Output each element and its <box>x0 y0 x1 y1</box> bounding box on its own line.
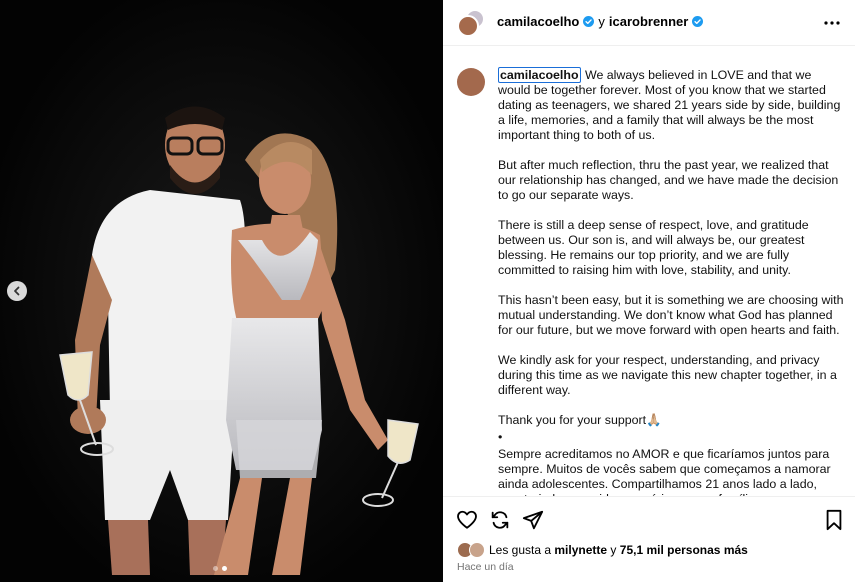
couple-photo <box>0 0 443 582</box>
verified-badge-icon <box>692 16 704 27</box>
verified-badge-icon <box>583 16 595 27</box>
post-panel: camilacoelho y icarobrenner camilacoelho… <box>443 0 855 582</box>
caption-avatar[interactable] <box>457 68 485 96</box>
caption-paragraph: But after much reflection, thru the past… <box>498 158 839 202</box>
share-icon <box>522 510 544 530</box>
carousel-dot-active <box>222 566 227 571</box>
caption-text: camilacoelho We always believed in LOVE … <box>498 67 846 496</box>
liker-avatars <box>457 542 487 558</box>
heart-icon <box>457 510 477 529</box>
repost-icon <box>491 511 509 529</box>
likes-user[interactable]: milynette <box>554 543 607 557</box>
more-options-icon <box>824 21 840 25</box>
carousel-dots <box>213 566 227 571</box>
carousel-dot <box>213 566 218 571</box>
caption-paragraph: We kindly ask for your respect, understa… <box>498 353 837 397</box>
caption-paragraph: Thank you for your support🙏🏼 <box>498 413 662 427</box>
avatar-author <box>457 15 479 37</box>
author-username[interactable]: camilacoelho <box>497 14 579 29</box>
caption-paragraph: Sempre acreditamos no AMOR e que ficaría… <box>498 447 831 496</box>
username-joiner: y <box>598 14 605 29</box>
share-button[interactable] <box>522 509 546 533</box>
post-media[interactable] <box>0 0 443 582</box>
save-button[interactable] <box>824 509 848 533</box>
header-usernames: camilacoelho y icarobrenner <box>497 14 704 29</box>
bookmark-icon <box>826 509 842 531</box>
post-header: camilacoelho y icarobrenner <box>443 0 855 46</box>
caption-area[interactable]: camilacoelho We always believed in LOVE … <box>443 46 855 496</box>
coauthor-username[interactable]: icarobrenner <box>609 14 688 29</box>
action-bar: Les gusta a milynette y 75,1 mil persona… <box>443 496 855 582</box>
post-timestamp[interactable]: Hace un día <box>457 561 514 573</box>
collab-avatars[interactable] <box>457 9 485 37</box>
carousel-prev-button[interactable] <box>7 281 27 301</box>
likes-joiner: y <box>610 543 617 557</box>
caption-separator: • <box>498 430 503 444</box>
likes-others[interactable]: 75,1 mil personas más <box>620 543 748 557</box>
caption-paragraph: This hasn’t been easy, but it is somethi… <box>498 293 844 337</box>
liker-avatar <box>469 542 485 558</box>
repost-button[interactable] <box>489 509 513 533</box>
more-options-button[interactable] <box>821 12 843 34</box>
like-button[interactable] <box>456 509 480 533</box>
chevron-left-icon <box>14 286 20 296</box>
likes-summary[interactable]: Les gusta a milynette y 75,1 mil persona… <box>457 542 748 558</box>
likes-prefix: Les gusta a <box>489 543 552 557</box>
caption-paragraph: There is still a deep sense of respect, … <box>498 218 809 277</box>
caption-username[interactable]: camilacoelho <box>498 67 581 83</box>
caption-paragraph: camilacoelho We always believed in LOVE … <box>498 67 846 143</box>
